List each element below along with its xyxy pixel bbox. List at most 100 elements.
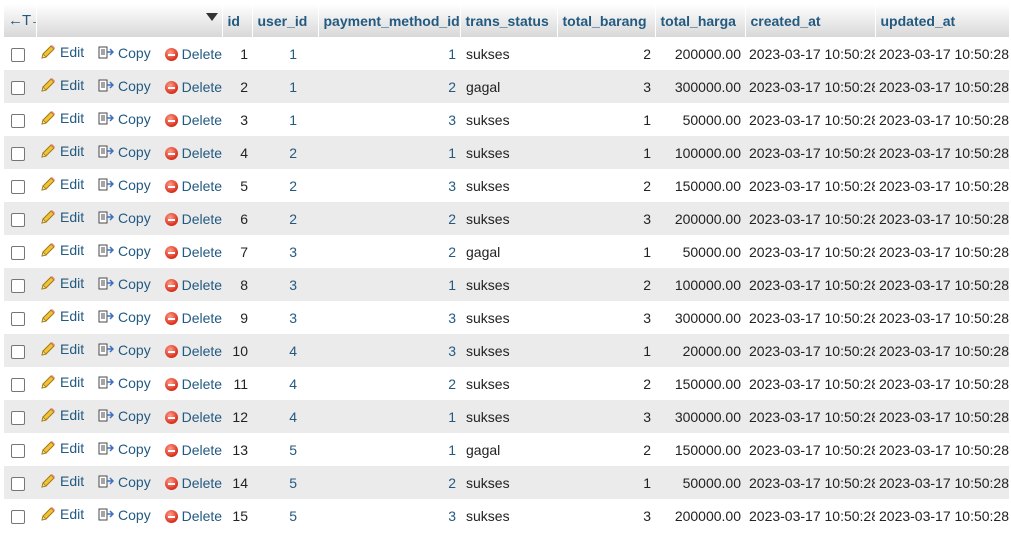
edit-label[interactable]: Edit [60,44,84,60]
edit-label[interactable]: Edit [60,209,84,225]
copy-button[interactable]: Copy [98,276,151,292]
cell-payment-method-id[interactable]: 1 [318,433,460,466]
copy-label[interactable]: Copy [118,45,151,61]
row-checkbox[interactable] [11,311,25,326]
edit-button[interactable]: Edit [40,209,84,225]
copy-label[interactable]: Copy [118,474,151,490]
row-checkbox[interactable] [11,509,25,524]
row-checkbox[interactable] [11,245,25,260]
copy-label[interactable]: Copy [118,78,151,94]
cell-user-id[interactable]: 3 [252,301,318,334]
delete-label[interactable]: Delete [182,211,222,227]
delete-button[interactable]: Delete [164,508,222,524]
copy-button[interactable]: Copy [98,78,151,94]
delete-button[interactable]: Delete [164,79,222,95]
delete-label[interactable]: Delete [182,376,222,392]
edit-button[interactable]: Edit [40,44,84,60]
edit-label[interactable]: Edit [60,506,84,522]
cell-payment-method-id[interactable]: 3 [318,334,460,367]
delete-button[interactable]: Delete [164,277,222,293]
copy-button[interactable]: Copy [98,45,151,61]
delete-label[interactable]: Delete [182,178,222,194]
cell-user-id[interactable]: 1 [252,37,318,70]
edit-label[interactable]: Edit [60,407,84,423]
cell-payment-method-id[interactable]: 3 [318,499,460,532]
delete-button[interactable]: Delete [164,112,222,128]
copy-label[interactable]: Copy [118,375,151,391]
cell-user-id[interactable]: 4 [252,334,318,367]
cell-user-id[interactable]: 2 [252,136,318,169]
column-header-trans-status[interactable]: trans_status [460,4,558,37]
delete-button[interactable]: Delete [164,46,222,62]
delete-label[interactable]: Delete [182,409,222,425]
cell-user-id[interactable]: 4 [252,400,318,433]
column-header-user-id[interactable]: user_id [252,4,319,37]
copy-button[interactable]: Copy [98,243,151,259]
cell-user-id[interactable]: 1 [252,70,318,103]
delete-label[interactable]: Delete [182,244,222,260]
row-checkbox[interactable] [11,80,25,95]
edit-button[interactable]: Edit [40,77,84,93]
delete-button[interactable]: Delete [164,376,222,392]
row-checkbox[interactable] [11,212,25,227]
row-checkbox[interactable] [11,278,25,293]
delete-label[interactable]: Delete [182,277,222,293]
copy-label[interactable]: Copy [118,441,151,457]
copy-button[interactable]: Copy [98,177,151,193]
copy-label[interactable]: Copy [118,342,151,358]
cell-payment-method-id[interactable]: 2 [318,202,460,235]
cell-payment-method-id[interactable]: 2 [318,466,460,499]
row-checkbox[interactable] [11,443,25,458]
copy-button[interactable]: Copy [98,408,151,424]
cell-user-id[interactable]: 1 [252,103,318,136]
row-checkbox[interactable] [11,377,25,392]
copy-label[interactable]: Copy [118,111,151,127]
copy-label[interactable]: Copy [118,177,151,193]
cell-payment-method-id[interactable]: 3 [318,301,460,334]
edit-label[interactable]: Edit [60,308,84,324]
row-checkbox[interactable] [11,113,25,128]
cell-user-id[interactable]: 3 [252,235,318,268]
delete-button[interactable]: Delete [164,178,222,194]
copy-button[interactable]: Copy [98,474,151,490]
copy-button[interactable]: Copy [98,342,151,358]
delete-label[interactable]: Delete [182,442,222,458]
resize-arrows[interactable]: ←T→ [4,4,37,37]
row-checkbox[interactable] [11,47,25,62]
delete-button[interactable]: Delete [164,310,222,326]
edit-label[interactable]: Edit [60,176,84,192]
cell-user-id[interactable]: 3 [252,268,318,301]
edit-label[interactable]: Edit [60,341,84,357]
edit-button[interactable]: Edit [40,308,84,324]
delete-label[interactable]: Delete [182,310,222,326]
edit-label[interactable]: Edit [60,275,84,291]
delete-button[interactable]: Delete [164,145,222,161]
cell-user-id[interactable]: 4 [252,367,318,400]
copy-label[interactable]: Copy [118,309,151,325]
copy-button[interactable]: Copy [98,144,151,160]
edit-button[interactable]: Edit [40,374,84,390]
cell-payment-method-id[interactable]: 1 [318,37,460,70]
edit-button[interactable]: Edit [40,440,84,456]
row-checkbox[interactable] [11,476,25,491]
copy-label[interactable]: Copy [118,408,151,424]
edit-label[interactable]: Edit [60,440,84,456]
column-header-total-barang[interactable]: total_barang [557,4,656,37]
cell-user-id[interactable]: 2 [252,202,318,235]
row-checkbox[interactable] [11,344,25,359]
delete-button[interactable]: Delete [164,211,222,227]
column-header-created-at[interactable]: created_at [745,4,876,37]
copy-button[interactable]: Copy [98,210,151,226]
cell-payment-method-id[interactable]: 3 [318,169,460,202]
column-header-id[interactable]: id [222,4,253,37]
edit-label[interactable]: Edit [60,473,84,489]
row-checkbox[interactable] [11,146,25,161]
edit-label[interactable]: Edit [60,374,84,390]
copy-button[interactable]: Copy [98,375,151,391]
edit-button[interactable]: Edit [40,110,84,126]
delete-label[interactable]: Delete [182,343,222,359]
column-header-total-harga[interactable]: total_harga [655,4,746,37]
copy-label[interactable]: Copy [118,507,151,523]
delete-label[interactable]: Delete [182,46,222,62]
delete-label[interactable]: Delete [182,145,222,161]
